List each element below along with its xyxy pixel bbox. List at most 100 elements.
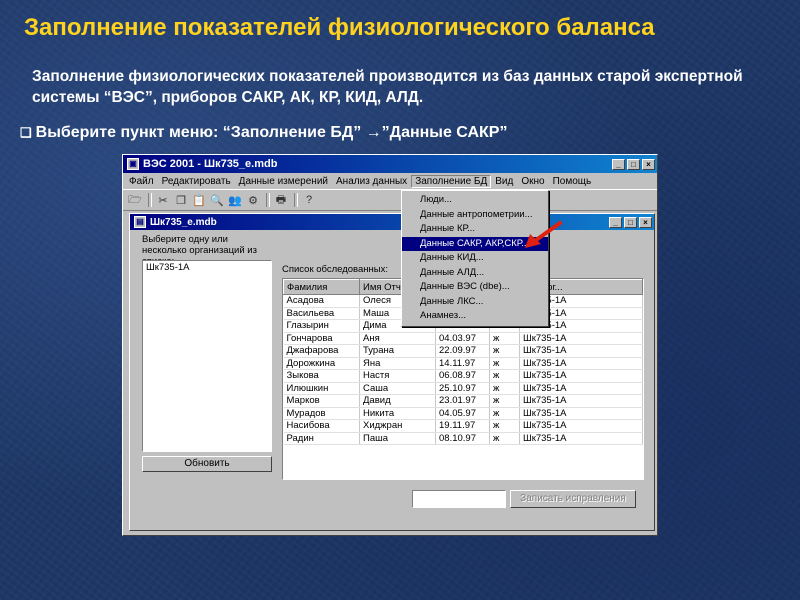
menu-item[interactable]: Файл	[125, 176, 158, 187]
table-cell: Никита	[359, 407, 436, 420]
list-label: Список обследованных:	[282, 264, 388, 275]
table-cell: 04.03.97	[435, 332, 490, 345]
app-titlebar: ▣ ВЭС 2001 - Шк735_е.mdb _ □ ×	[123, 155, 657, 173]
table-cell: Хиджран	[359, 419, 436, 433]
bullet-icon: ❑	[20, 125, 32, 140]
table-cell: Марков	[283, 394, 360, 408]
table-cell: 19.11.97	[435, 419, 490, 433]
toolbar-separator	[294, 193, 298, 207]
menu-item[interactable]: Заполнение БД	[411, 174, 492, 188]
doc-minimize-button[interactable]: _	[609, 216, 622, 228]
org-list[interactable]: Шк735-1А	[142, 260, 272, 452]
doc-close-button[interactable]: ×	[639, 216, 652, 228]
save-changes-button[interactable]: Записать исправления	[510, 490, 636, 508]
table-cell: 08.10.97	[435, 432, 490, 445]
table-row[interactable]: Марков Давид 23.01.97 ж Шк735-1А	[283, 394, 643, 408]
cut-icon[interactable]: ✂	[155, 192, 171, 208]
close-button[interactable]: ×	[642, 158, 655, 170]
column-header[interactable]: Фамилия	[283, 279, 360, 295]
table-cell: Шк735-1А	[519, 344, 643, 358]
table-cell: ж	[489, 357, 520, 370]
table-cell: Шк735-1А	[519, 432, 643, 445]
table-cell: ж	[489, 369, 520, 383]
menu-option[interactable]: Данные ВЭС (dbe)...	[402, 280, 548, 295]
search-input[interactable]	[412, 490, 506, 508]
table-cell: ж	[489, 432, 520, 445]
table-cell: Шк735-1А	[519, 394, 643, 408]
table-cell: 06.08.97	[435, 369, 490, 383]
table-cell: Шк735-1А	[519, 357, 643, 370]
toolbar-separator	[148, 193, 152, 207]
table-cell: Аня	[359, 332, 436, 345]
copy-icon[interactable]: ❐	[173, 192, 189, 208]
table-cell: ж	[489, 407, 520, 420]
table-row[interactable]: Насибова Хиджран 19.11.97 ж Шк735-1А	[283, 419, 643, 433]
table-cell: Турана	[359, 344, 436, 358]
menu-option[interactable]: Данные АЛД...	[402, 266, 548, 281]
table-cell: Паша	[359, 432, 436, 445]
menu-item[interactable]: Анализ данных	[332, 176, 411, 187]
document-window: ▤ Шк735_е.mdb _ □ × Выберите одну или не…	[129, 213, 655, 531]
table-row[interactable]: Мурадов Никита 04.05.97 ж Шк735-1А	[283, 407, 643, 420]
menu-option[interactable]: Данные ЛКС...	[402, 295, 548, 310]
table-row[interactable]: Радин Паша 08.10.97 ж Шк735-1А	[283, 432, 643, 445]
table-cell: Гончарова	[283, 332, 360, 345]
table-cell: Шк735-1А	[519, 332, 643, 345]
slide-title: Заполнение показателей физиологического …	[24, 14, 655, 41]
paste-icon[interactable]: 📋	[191, 192, 207, 208]
menu-item[interactable]: Вид	[491, 176, 517, 187]
instruction-text: Выберите пункт меню: “Заполнение БД” →”Д…	[35, 124, 508, 141]
menu-item[interactable]: Редактировать	[158, 176, 235, 187]
table-row[interactable]: Джафарова Турана 22.09.97 ж Шк735-1А	[283, 344, 643, 358]
menu-item[interactable]: Данные измерений	[235, 176, 332, 187]
table-cell: Радин	[283, 432, 360, 445]
help-icon[interactable]: ?	[301, 192, 317, 208]
table-cell: 14.11.97	[435, 357, 490, 370]
toolbar: 🗁 ✂ ❐ 📋 🔍 👥 ⚙ 🖶 ?	[123, 189, 657, 211]
table-cell: ж	[489, 419, 520, 433]
menu-item[interactable]: Окно	[517, 176, 548, 187]
table-cell: Илюшкин	[283, 382, 360, 395]
table-row[interactable]: Гончарова Аня 04.03.97 ж Шк735-1А	[283, 332, 643, 345]
table-cell: ж	[489, 382, 520, 395]
maximize-button[interactable]: □	[627, 158, 640, 170]
app-icon: ▣	[127, 158, 139, 170]
table-cell: 23.01.97	[435, 394, 490, 408]
table-cell: Шк735-1А	[519, 369, 643, 383]
document-titlebar: ▤ Шк735_е.mdb _ □ ×	[130, 214, 654, 230]
document-title: Шк735_е.mdb	[150, 216, 217, 228]
menu-option[interactable]: Анамнез...	[402, 309, 548, 324]
doc-maximize-button[interactable]: □	[624, 216, 637, 228]
menubar: Файл Редактировать Данные измерений Анализ …	[123, 173, 657, 189]
menu-option[interactable]: Люди...	[402, 193, 548, 208]
find-icon[interactable]: 🔍	[209, 192, 225, 208]
table-cell: Мурадов	[283, 407, 360, 420]
table-cell: Васильева	[283, 307, 360, 320]
table-row[interactable]: Дорожкина Яна 14.11.97 ж Шк735-1А	[283, 357, 643, 370]
menu-item[interactable]: Помощь	[549, 176, 596, 187]
table-cell: 04.05.97	[435, 407, 490, 420]
table-cell: 25.10.97	[435, 382, 490, 395]
people-icon[interactable]: 👥	[227, 192, 243, 208]
table-row[interactable]: Зыкова Настя 06.08.97 ж Шк735-1А	[283, 369, 643, 383]
table-cell: ж	[489, 332, 520, 345]
fill-db-menu: Люди... Данные антропометрии... Данные КР.…	[401, 190, 549, 327]
table-cell: Насибова	[283, 419, 360, 433]
document-icon: ▤	[134, 216, 146, 228]
table-cell: Глазырин	[283, 319, 360, 333]
table-row[interactable]: Илюшкин Саша 25.10.97 ж Шк735-1А	[283, 382, 643, 395]
table-cell: Шк735-1А	[519, 419, 643, 433]
print-icon[interactable]: 🖶	[273, 192, 289, 208]
open-icon[interactable]: 🗁	[127, 192, 143, 208]
table-cell: Настя	[359, 369, 436, 383]
table-cell: Зыкова	[283, 369, 360, 383]
menu-option[interactable]: Данные КИД...	[402, 251, 548, 266]
tools-icon[interactable]: ⚙	[245, 192, 261, 208]
app-window: ▣ ВЭС 2001 - Шк735_е.mdb _ □ × Файл Редак…	[122, 154, 658, 536]
table-cell: Саша	[359, 382, 436, 395]
refresh-button[interactable]: Обновить	[142, 456, 272, 472]
minimize-button[interactable]: _	[612, 158, 625, 170]
table-cell: Шк735-1А	[519, 382, 643, 395]
org-list-item[interactable]: Шк735-1А	[146, 262, 268, 273]
table-cell: Шк735-1А	[519, 407, 643, 420]
